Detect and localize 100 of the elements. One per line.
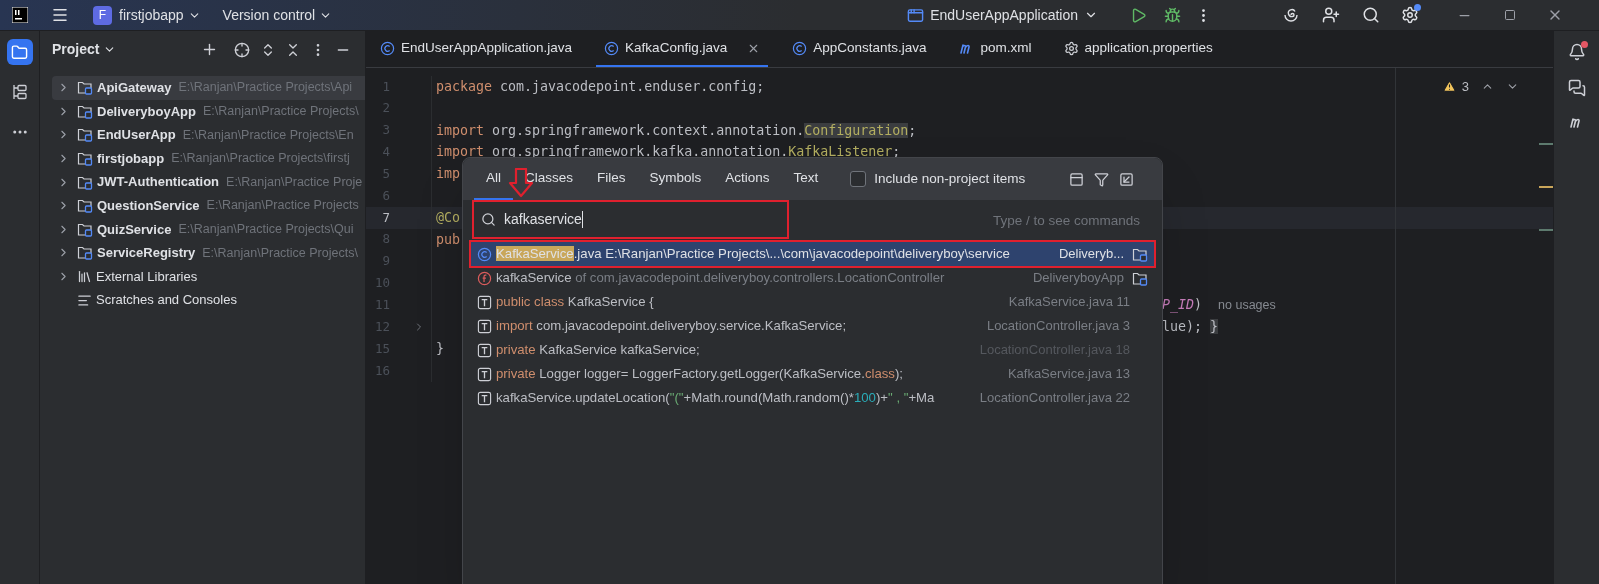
module-name: ApiGateway	[97, 79, 172, 98]
filter-icon[interactable]	[1094, 171, 1109, 187]
tree-item[interactable]: Scratches and Consoles	[52, 288, 365, 312]
module-path: E:\Ranjan\Practice Projects\	[203, 103, 359, 120]
tree-item[interactable]: ServiceRegistry E:\Ranjan\Practice Projects\	[52, 241, 365, 265]
editor-tab[interactable]: AppConstants.java	[784, 31, 935, 67]
checkbox[interactable]	[850, 171, 867, 187]
search-tab[interactable]: All	[474, 158, 513, 200]
tree-item[interactable]: EndUserApp E:\Ranjan\Practice Projects\En	[52, 123, 365, 147]
project-tool-button[interactable]	[6, 39, 33, 65]
result-text: KafkaService.java E:\Ranjan\Practice Projects\...\com\javacodepoint\deliveryboy\service	[496, 245, 1010, 264]
library-icon	[77, 269, 92, 285]
class-icon	[604, 40, 620, 56]
code-line: package com.javacodepoint.enduser.config;	[436, 78, 765, 94]
search-field[interactable]: kafkaservice	[472, 199, 789, 239]
module-folder-icon	[77, 245, 93, 261]
module-folder-icon	[77, 127, 93, 143]
settings-icon[interactable]	[1401, 6, 1419, 24]
panel-title[interactable]: Project	[52, 39, 117, 60]
text-icon	[477, 318, 492, 334]
project-switcher[interactable]: firstjobapp	[119, 4, 201, 26]
module-path: E:\Ranjan\Practice Projects	[206, 197, 359, 215]
class-icon	[380, 40, 395, 56]
command-hint: Type / to see commands	[992, 211, 1140, 230]
debug-icon[interactable]	[1164, 6, 1181, 24]
result-row[interactable]: kafkaService of com.javacodepoint.deliveryboy.controllers.LocationController DeliveryboyApp	[471, 266, 1154, 290]
module-path: E:\Ranjan\Practice Proje	[226, 173, 363, 191]
editor-tab[interactable]: pom.xml	[950, 31, 1040, 67]
folder-icon[interactable]	[11, 43, 28, 61]
search-tab[interactable]: Classes	[513, 158, 586, 200]
search-tab[interactable]: Actions	[713, 158, 782, 200]
location-text: DeliveryboyApp	[1032, 269, 1124, 288]
module-folder-icon	[77, 80, 93, 96]
module-folder-icon	[77, 198, 93, 214]
tree-item[interactable]: External Libraries	[52, 264, 365, 289]
run-icon[interactable]	[1130, 6, 1147, 24]
tree-item[interactable]: ApiGateway E:\Ranjan\Practice Projects\Api	[52, 76, 365, 100]
run-config-icon	[907, 6, 925, 24]
project-badge[interactable]: F	[93, 5, 112, 25]
module-folder-icon	[77, 151, 93, 167]
code-line: }	[436, 341, 444, 357]
result-row[interactable]: kafkaService.updateLocation("("+Math.round(Math.random()*100)+" , "+Ma LocationController.java 22	[471, 386, 1154, 410]
text-icon	[477, 294, 492, 310]
open-in-window-icon[interactable]	[1119, 171, 1134, 187]
module-name: Scratches and Consoles	[96, 291, 237, 310]
module-name: JWT-Authentication	[97, 173, 220, 192]
module-name: DeliveryboyApp	[97, 102, 196, 121]
code-line: imp	[436, 166, 461, 182]
search-tab[interactable]: Text	[781, 158, 831, 200]
ai-chat-icon[interactable]	[1567, 79, 1586, 97]
editor-tab[interactable]: application.properties	[1055, 31, 1221, 67]
add-icon[interactable]	[201, 41, 218, 58]
result-row[interactable]: private Logger logger= LoggerFactory.getLogger(KafkaService.class); KafkaService.java 13	[471, 362, 1154, 386]
module-name: QuizService	[97, 220, 172, 239]
vcs-menu[interactable]: Version control	[222, 4, 333, 26]
search-icon[interactable]	[1362, 6, 1380, 24]
field-icon	[477, 270, 492, 286]
tree-item[interactable]: DeliveryboyApp E:\Ranjan\Practice Projects\	[52, 99, 365, 124]
run-config-selector[interactable]: EndUserAppApplication	[930, 4, 1098, 26]
location-text: LocationController.java 3	[986, 317, 1130, 336]
maximize-icon[interactable]	[1504, 9, 1516, 21]
tree-item[interactable]: firstjobapp E:\Ranjan\Practice Projects\firstj	[52, 146, 365, 171]
module-folder-icon	[1132, 270, 1148, 286]
editor-tab[interactable]: EndUserAppApplication.java	[372, 31, 581, 67]
line-number: 7	[381, 208, 390, 227]
result-row[interactable]: KafkaService.java E:\Ranjan\Practice Projects\...\com\javacodepoint\deliveryboy\service Deliveryb...	[471, 242, 1154, 266]
menu-icon[interactable]	[51, 6, 69, 24]
text-icon	[477, 366, 492, 382]
app-logo-icon[interactable]	[12, 7, 28, 23]
locate-icon[interactable]	[234, 41, 250, 58]
notifications-icon[interactable]	[1567, 43, 1586, 61]
code-line: @Co	[436, 210, 461, 225]
tree-item[interactable]: QuestionService E:\Ranjan\Practice Projects	[52, 193, 365, 218]
search-tab[interactable]: Symbols	[637, 158, 714, 200]
tree-item[interactable]: QuizService E:\Ranjan\Practice Projects\Qui	[52, 217, 365, 242]
result-row[interactable]: public class KafkaService { KafkaService.java 11	[471, 290, 1154, 314]
location-text: LocationController.java 22	[979, 389, 1130, 408]
ai-assistant-icon[interactable]	[1282, 6, 1300, 24]
usage-hint: no usages	[1218, 297, 1276, 314]
module-folder-icon	[77, 103, 93, 119]
add-user-icon[interactable]	[1322, 6, 1340, 24]
editor-tab[interactable]: KafkaConfig.java	[596, 31, 769, 67]
result-row[interactable]: import com.javacodepoint.deliveryboy.service.KafkaService; LocationController.java 3	[471, 314, 1154, 338]
warning-icon[interactable]	[1442, 80, 1456, 94]
location-text: KafkaService.java 11	[1008, 293, 1130, 312]
module-path: E:\Ranjan\Practice Projects\Qui	[178, 221, 354, 238]
module-name: External Libraries	[96, 267, 198, 286]
scroll-marker	[1539, 229, 1553, 231]
problem-count[interactable]: 3	[1461, 77, 1469, 97]
code-line: pub	[436, 231, 461, 247]
module-path: E:\Ranjan\Practice Projects\En	[182, 126, 354, 144]
tree-item[interactable]: JWT-Authentication E:\Ranjan\Practice Proje	[52, 170, 365, 194]
search-tab[interactable]: Files	[585, 158, 638, 200]
preview-icon[interactable]	[1069, 171, 1084, 187]
result-text: private KafkaService kafkaService;	[496, 341, 700, 360]
include-checkbox[interactable]: Include non-project items	[850, 158, 1026, 200]
result-text: kafkaService of com.javacodepoint.deliveryboy.controllers.LocationController	[496, 269, 945, 288]
module-name: firstjobapp	[97, 149, 165, 168]
scratches-icon	[77, 292, 92, 308]
module-folder-icon	[77, 174, 93, 190]
